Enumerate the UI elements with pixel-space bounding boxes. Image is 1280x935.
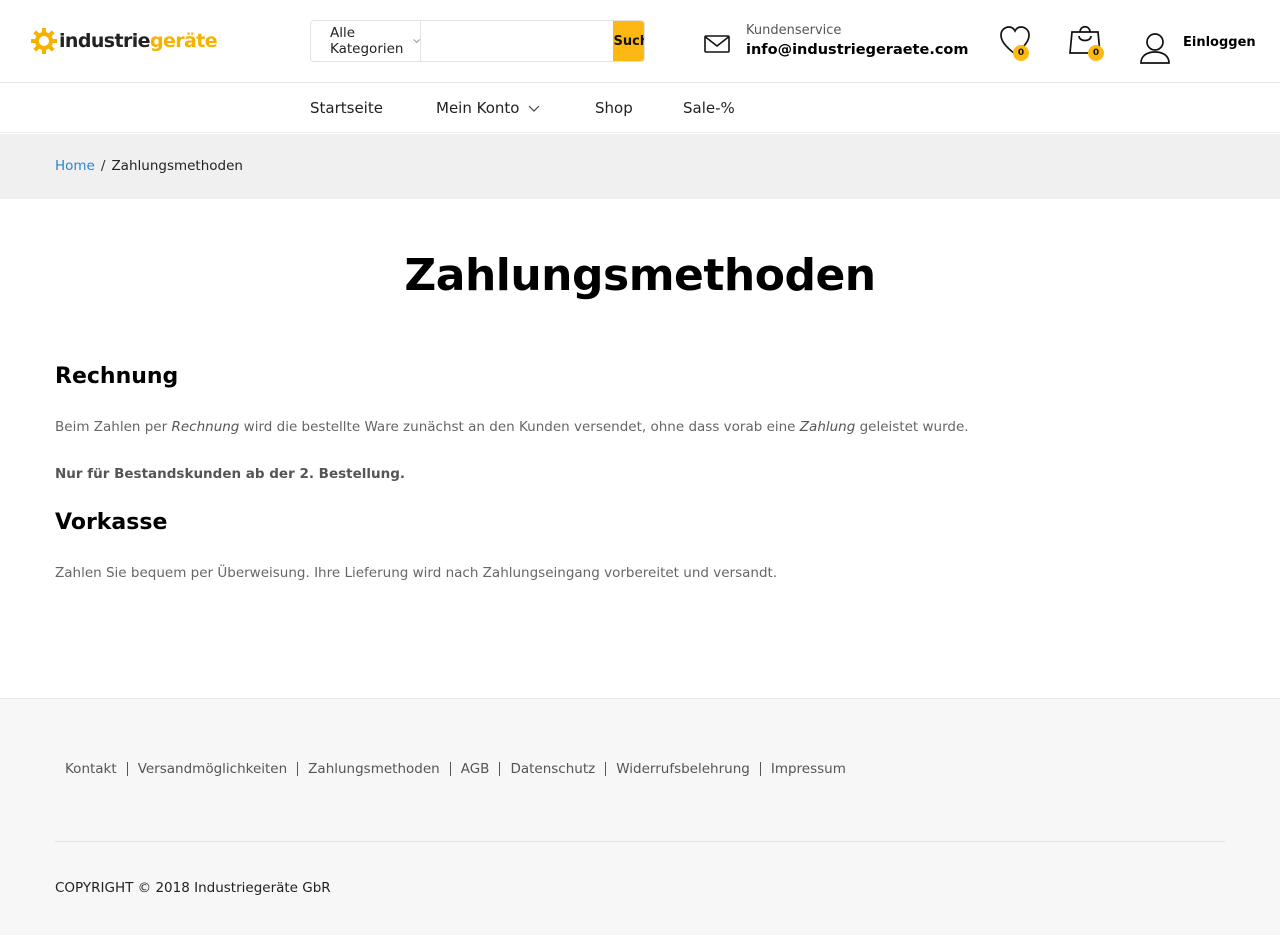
footer-link-datenschutz[interactable]: Datenschutz	[499, 762, 605, 776]
footer-link-versand[interactable]: Versandmöglichkeiten	[126, 762, 297, 776]
footer-link-impressum[interactable]: Impressum	[759, 762, 856, 776]
customer-service: Kundenservice info@industriegeraete.com	[704, 22, 969, 61]
gear-icon	[31, 28, 57, 54]
logo-text: industriegeräte	[59, 30, 218, 52]
site-header: industriegeräte Alle Kategorien Suchen K…	[0, 0, 1280, 83]
chevron-down-icon	[413, 39, 421, 44]
category-select-value: Alle Kategorien	[330, 25, 404, 57]
breadcrumb-current: Zahlungsmethoden	[111, 158, 243, 174]
text-part: geleistet wurde.	[855, 419, 969, 435]
nav-item-mein-konto[interactable]: Mein Konto	[436, 99, 540, 117]
nav-item-startseite[interactable]: Startseite	[310, 99, 383, 117]
text-emphasis: Zahlung	[799, 419, 856, 435]
nav-item-label: Startseite	[310, 99, 383, 117]
copyright-text: COPYRIGHT © 2018 Industriegeräte GbR	[55, 880, 331, 896]
breadcrumb: Home / Zahlungsmethoden	[0, 134, 1280, 199]
site-logo[interactable]: industriegeräte	[30, 24, 218, 58]
section-text-vorkasse: Zahlen Sie bequem per Überweisung. Ihre …	[55, 565, 778, 581]
text-part: wird die bestellte Ware zunächst an den …	[239, 419, 800, 435]
user-icon	[1140, 33, 1170, 64]
nav-item-label: Shop	[595, 99, 633, 117]
footer-link-kontakt[interactable]: Kontakt	[55, 762, 127, 776]
search-bar: Alle Kategorien Suchen	[310, 20, 645, 62]
wishlist-count-badge: 0	[1013, 45, 1029, 61]
section-note-rechnung: Nur für Bestandskunden ab der 2. Bestell…	[55, 466, 406, 482]
search-button[interactable]: Suchen	[613, 21, 644, 61]
service-label: Kundenservice	[746, 23, 842, 38]
nav-item-shop[interactable]: Shop	[595, 99, 633, 117]
service-email-link[interactable]: info@industriegeraete.com	[746, 39, 969, 61]
category-select[interactable]: Alle Kategorien	[311, 21, 422, 61]
logo-part1: industrie	[59, 30, 151, 52]
chevron-down-icon	[529, 105, 540, 112]
section-text-rechnung: Beim Zahlen per Rechnung wird die bestel…	[55, 417, 969, 437]
footer-link-agb[interactable]: AGB	[449, 762, 500, 776]
breadcrumb-home-link[interactable]: Home	[55, 158, 95, 174]
section-heading-vorkasse: Vorkasse	[55, 510, 168, 535]
text-part: Beim Zahlen per	[55, 419, 172, 435]
cart-button[interactable]: 0	[1069, 22, 1107, 61]
footer-link-widerruf[interactable]: Widerrufsbelehrung	[605, 762, 760, 776]
text-emphasis: Rechnung	[171, 419, 240, 435]
nav-item-label: Sale-%	[683, 99, 735, 117]
nav-item-sale[interactable]: Sale-%	[683, 99, 735, 117]
mail-icon	[704, 35, 730, 53]
logo-part2: geräte	[149, 30, 218, 52]
site-footer: Kontakt Versandmöglichkeiten Zahlungsmet…	[0, 698, 1280, 935]
footer-links: Kontakt Versandmöglichkeiten Zahlungsmet…	[55, 762, 856, 776]
login-label: Einloggen	[1183, 35, 1256, 50]
search-input[interactable]	[421, 21, 614, 61]
footer-divider	[55, 841, 1225, 842]
cart-count-badge: 0	[1088, 45, 1104, 61]
login-link[interactable]: Einloggen	[1138, 30, 1256, 66]
footer-link-zahlungsmethoden[interactable]: Zahlungsmethoden	[297, 762, 450, 776]
main-navigation: Startseite Mein Konto Shop Sale-%	[0, 83, 1280, 133]
wishlist-button[interactable]: 0	[999, 24, 1033, 61]
breadcrumb-separator: /	[100, 158, 106, 174]
nav-item-label: Mein Konto	[436, 99, 520, 117]
section-heading-rechnung: Rechnung	[55, 364, 179, 389]
page-title: Zahlungsmethoden	[404, 250, 876, 301]
